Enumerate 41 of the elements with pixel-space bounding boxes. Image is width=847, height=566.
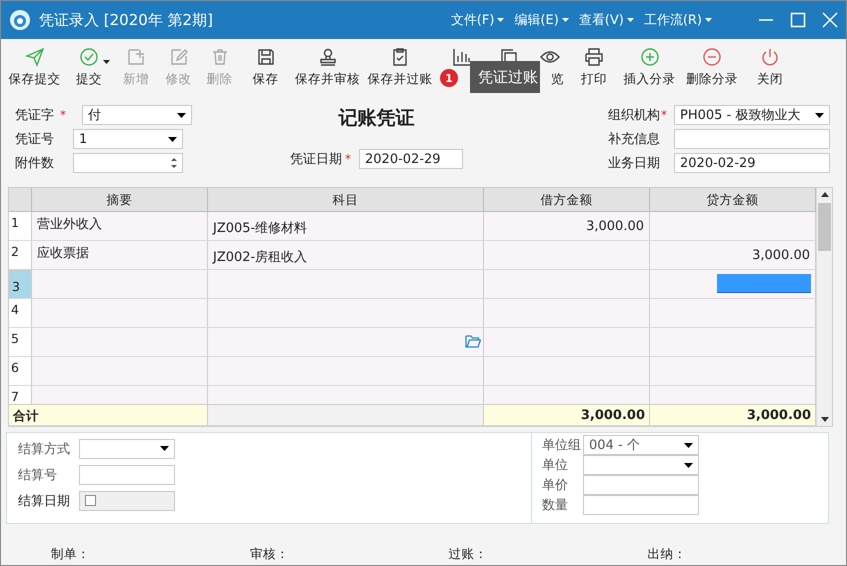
total-credit: 3,000.00 [650,404,816,426]
table-cell: 3,000.00 [484,212,650,241]
field-label: 附件数 [15,155,55,172]
field-label: 数量 [542,497,569,514]
table-cell: JZ002-房租收入 [208,241,484,270]
field-label: 单位组 [542,437,582,454]
row-number: 3 [9,270,32,299]
field-label: 结算号 [18,466,58,484]
tooltip-text: 凭证过账 [478,68,538,86]
table-cell: JZ005-维修材料 [208,212,484,241]
required-asterisk: * [661,108,668,122]
total-label: 合计 [9,404,208,426]
table-cell: 营业外收入 [32,212,208,241]
required-asterisk: * [60,108,67,122]
field-label: 业务日期 [608,155,660,172]
field-label: 结算方式 [18,440,71,458]
row-number: 1 [9,212,32,241]
window-title: 凭证录入 [2020年 第2期] [39,10,213,30]
table-cell: 3,000.00 [650,241,816,270]
field-label: 凭证号 [15,131,55,148]
field-label: 补充信息 [608,131,660,148]
row-number: 6 [9,357,32,386]
signature-label: 审核： [250,546,290,563]
field-label: 单价 [542,477,569,494]
signature-label: 过账： [448,546,488,563]
row-number: 4 [9,299,32,328]
field-label: 单位 [542,457,569,474]
row-number: 7 [9,386,32,404]
table-cell: 应收票据 [32,241,208,270]
field-label: 组织机构 [608,107,660,124]
field-label: 凭证字 [15,107,55,124]
voucher-title: 记账凭证 [338,106,414,131]
signature-label: 制单： [51,546,91,563]
field-label: 凭证日期 [290,151,342,168]
total-debit: 3,000.00 [484,404,650,426]
row-number: 5 [9,328,32,357]
required-asterisk: * [345,152,352,166]
row-number: 2 [9,241,32,270]
notification-badge: 1 [440,69,458,87]
field-label: 结算日期 [18,492,71,510]
signature-label: 出纳： [647,546,688,563]
